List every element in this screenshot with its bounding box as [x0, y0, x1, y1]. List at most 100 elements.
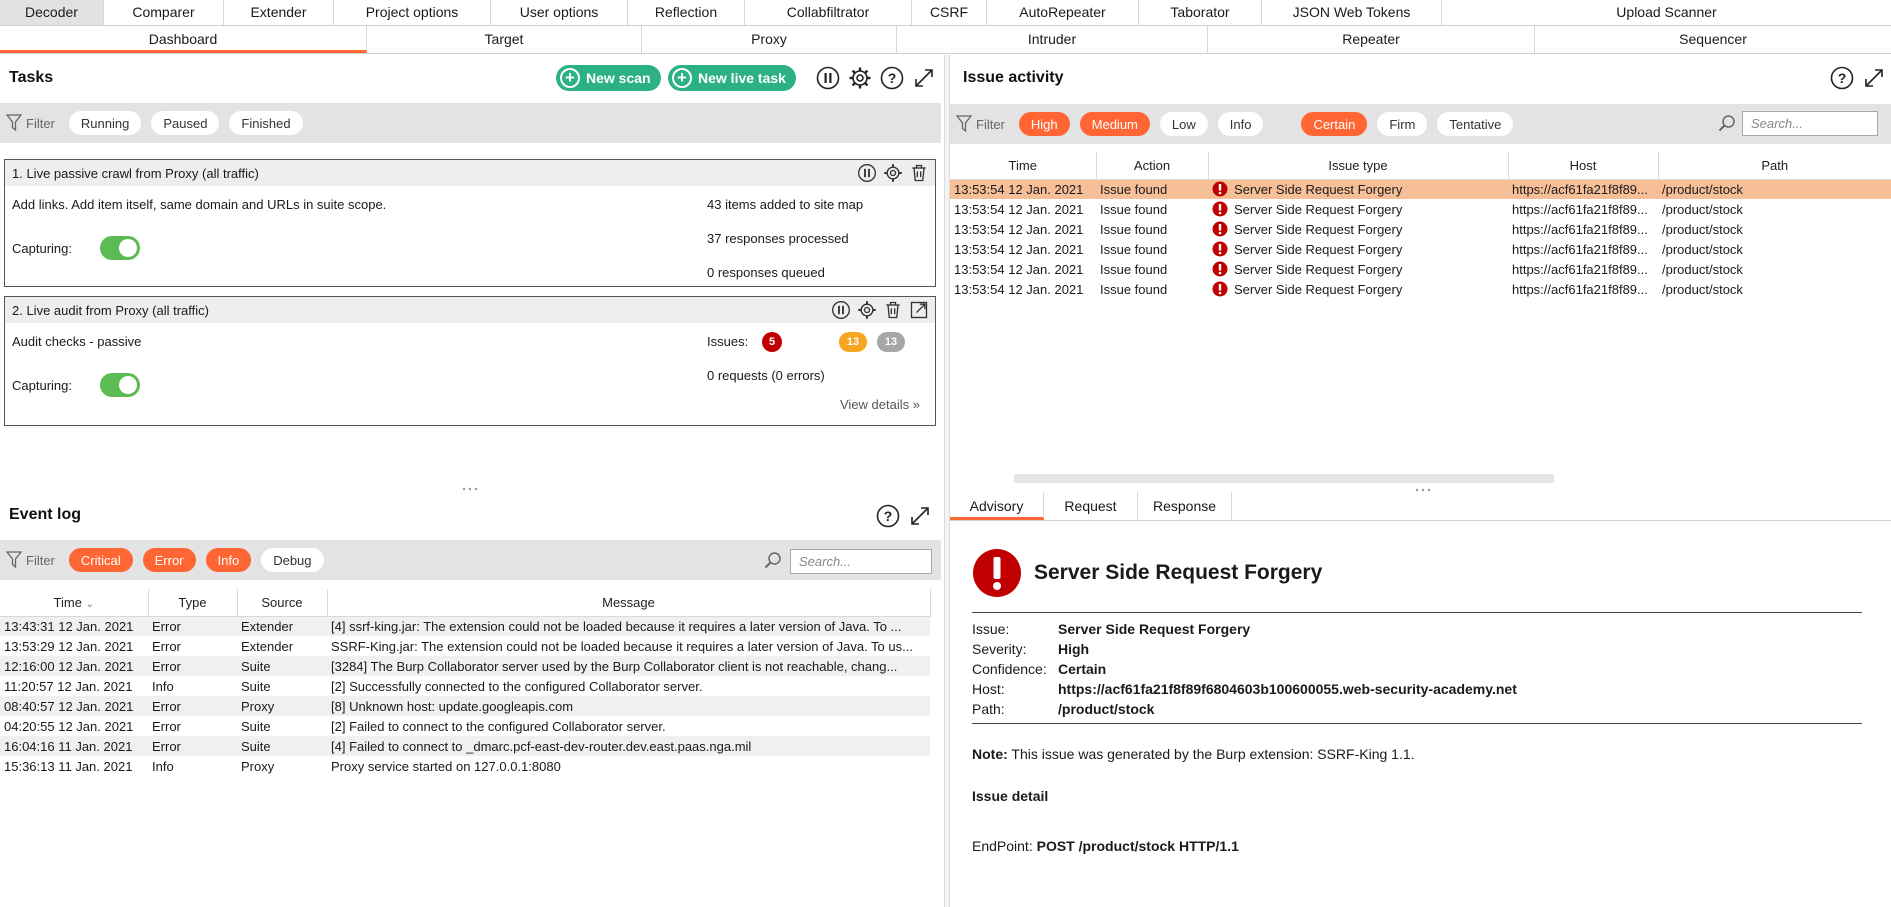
filter-running[interactable]: Running — [68, 111, 142, 135]
event-row[interactable]: 08:40:57 12 Jan. 2021 Error Proxy [8] Unkno… — [0, 696, 930, 716]
tab-project-options[interactable]: Project options — [334, 0, 491, 25]
filter-paused[interactable]: Paused — [151, 111, 220, 135]
filter-error[interactable]: Error — [142, 548, 196, 572]
capturing-toggle[interactable] — [100, 236, 140, 260]
horizontal-scrollbar[interactable] — [1014, 474, 1554, 483]
col-source[interactable]: Source — [237, 589, 328, 617]
issue-type: Server Side Request Forgery — [1234, 262, 1403, 277]
capturing-toggle[interactable] — [100, 373, 140, 397]
tab-request[interactable]: Request — [1044, 492, 1138, 520]
filter-debug[interactable]: Debug — [261, 548, 324, 572]
filter-info[interactable]: Info — [205, 548, 252, 572]
help-icon[interactable]: ? — [880, 66, 904, 90]
pause-icon[interactable] — [857, 163, 877, 183]
issue-path: /product/stock — [1662, 221, 1743, 237]
gear-icon[interactable] — [883, 163, 903, 183]
col-time[interactable]: Time — [950, 152, 1097, 180]
help-icon[interactable]: ? — [1830, 66, 1854, 90]
tab-collabfiltrator[interactable]: Collabfiltrator — [745, 0, 912, 25]
expand-icon[interactable] — [1862, 66, 1886, 90]
event-row[interactable]: 04:20:55 12 Jan. 2021 Error Suite [2] Faile… — [0, 716, 930, 736]
col-action[interactable]: Action — [1096, 152, 1209, 180]
trash-icon[interactable] — [883, 300, 903, 320]
alert-icon — [1212, 201, 1228, 217]
issue-row[interactable]: 13:53:54 12 Jan. 2021 Issue found Server S… — [950, 179, 1891, 199]
col-path[interactable]: Path — [1658, 152, 1891, 180]
tab-upload-scanner[interactable]: Upload Scanner — [1442, 0, 1891, 25]
filter-firm[interactable]: Firm — [1377, 112, 1428, 136]
issue-row[interactable]: 13:53:54 12 Jan. 2021 Issue found Server S… — [950, 199, 1891, 219]
tab-autorepeater[interactable]: AutoRepeater — [987, 0, 1139, 25]
tab-sequencer[interactable]: Sequencer — [1535, 26, 1891, 53]
tab-user-options[interactable]: User options — [491, 0, 628, 25]
event-row[interactable]: 13:53:29 12 Jan. 2021 Error Extender SSRF-K… — [0, 636, 930, 656]
popout-icon[interactable] — [909, 300, 929, 320]
issue-type-cell: Server Side Request Forgery — [1208, 259, 1508, 279]
tab-reflection[interactable]: Reflection — [628, 0, 745, 25]
filter-toggle[interactable]: Filter — [956, 115, 1005, 133]
help-icon[interactable]: ? — [876, 504, 900, 528]
filter-tentative[interactable]: Tentative — [1437, 112, 1514, 136]
event-row[interactable]: 15:36:13 11 Jan. 2021 Info Proxy Proxy serv… — [0, 756, 930, 776]
trash-icon[interactable] — [909, 163, 929, 183]
gear-icon[interactable] — [848, 66, 872, 90]
expand-icon[interactable] — [908, 504, 932, 528]
expand-icon[interactable] — [912, 66, 936, 90]
new-scan-label: New scan — [586, 70, 651, 86]
tab-extender[interactable]: Extender — [224, 0, 334, 25]
tab-target[interactable]: Target — [367, 26, 642, 53]
capturing-label: Capturing: — [12, 241, 72, 256]
col-host[interactable]: Host — [1508, 152, 1659, 180]
tab-response[interactable]: Response — [1138, 492, 1232, 520]
pause-icon[interactable] — [816, 66, 840, 90]
col-message[interactable]: Message — [327, 589, 931, 617]
col-type[interactable]: Type — [148, 589, 238, 617]
tab-comparer[interactable]: Comparer — [104, 0, 224, 25]
tab-advisory[interactable]: Advisory — [950, 492, 1044, 520]
tab-csrf[interactable]: CSRF — [912, 0, 987, 25]
tab-dashboard[interactable]: Dashboard — [0, 26, 367, 53]
filter-toggle[interactable]: Filter — [6, 114, 55, 132]
events-search-input[interactable]: Search... — [790, 549, 932, 574]
pause-icon[interactable] — [831, 300, 851, 320]
tab-decoder[interactable]: Decoder — [0, 0, 104, 25]
filter-finished[interactable]: Finished — [229, 111, 303, 135]
tab-taborator[interactable]: Taborator — [1139, 0, 1262, 25]
confidence-value: Certain — [1058, 661, 1107, 677]
task-card-1[interactable]: 1. Live passive crawl from Proxy (all tr… — [4, 159, 936, 287]
event-row[interactable]: 13:43:31 12 Jan. 2021 Error Extender [4] ss… — [0, 616, 930, 636]
event-message: [2] Failed to connect to the configured … — [331, 718, 666, 734]
filter-medium[interactable]: Medium — [1079, 112, 1150, 136]
tab-proxy[interactable]: Proxy — [642, 26, 897, 53]
gear-icon[interactable] — [857, 300, 877, 320]
event-row[interactable]: 11:20:57 12 Jan. 2021 Info Suite [2] Succes… — [0, 676, 930, 696]
new-live-task-button[interactable]: + New live task — [668, 65, 796, 91]
filter-critical[interactable]: Critical — [68, 548, 133, 572]
tab-json-web-tokens[interactable]: JSON Web Tokens — [1262, 0, 1442, 25]
new-scan-button[interactable]: + New scan — [556, 65, 661, 91]
issue-row[interactable]: 13:53:54 12 Jan. 2021 Issue found Server S… — [950, 219, 1891, 239]
plus-icon: + — [560, 68, 580, 88]
event-row[interactable]: 16:04:16 11 Jan. 2021 Error Suite [4] Faile… — [0, 736, 930, 756]
view-details-link[interactable]: View details » — [840, 397, 920, 412]
filter-certain[interactable]: Certain — [1301, 112, 1368, 136]
issue-type: Server Side Request Forgery — [1234, 242, 1403, 257]
badge-high-count[interactable]: 5 — [762, 332, 782, 352]
issue-row[interactable]: 13:53:54 12 Jan. 2021 Issue found Server S… — [950, 259, 1891, 279]
issue-row[interactable]: 13:53:54 12 Jan. 2021 Issue found Server S… — [950, 239, 1891, 259]
filter-toggle[interactable]: Filter — [6, 551, 55, 569]
col-issue-type[interactable]: Issue type — [1208, 152, 1509, 180]
badge-medium-count[interactable]: 13 — [839, 332, 867, 352]
filter-high[interactable]: High — [1018, 112, 1070, 136]
horizontal-split-grip-left[interactable] — [461, 487, 479, 491]
filter-info[interactable]: Info — [1217, 112, 1264, 136]
filter-low[interactable]: Low — [1159, 112, 1208, 136]
tab-intruder[interactable]: Intruder — [897, 26, 1208, 53]
tab-repeater[interactable]: Repeater — [1208, 26, 1535, 53]
issues-search-input[interactable]: Search... — [1742, 111, 1878, 136]
task-card-2[interactable]: 2. Live audit from Proxy (all traffic) A… — [4, 296, 936, 426]
event-row[interactable]: 12:16:00 12 Jan. 2021 Error Suite [3284] Th… — [0, 656, 930, 676]
col-time[interactable]: Time ⌄ — [0, 589, 149, 617]
badge-low-count[interactable]: 13 — [877, 332, 905, 352]
issue-row[interactable]: 13:53:54 12 Jan. 2021 Issue found Server S… — [950, 279, 1891, 299]
